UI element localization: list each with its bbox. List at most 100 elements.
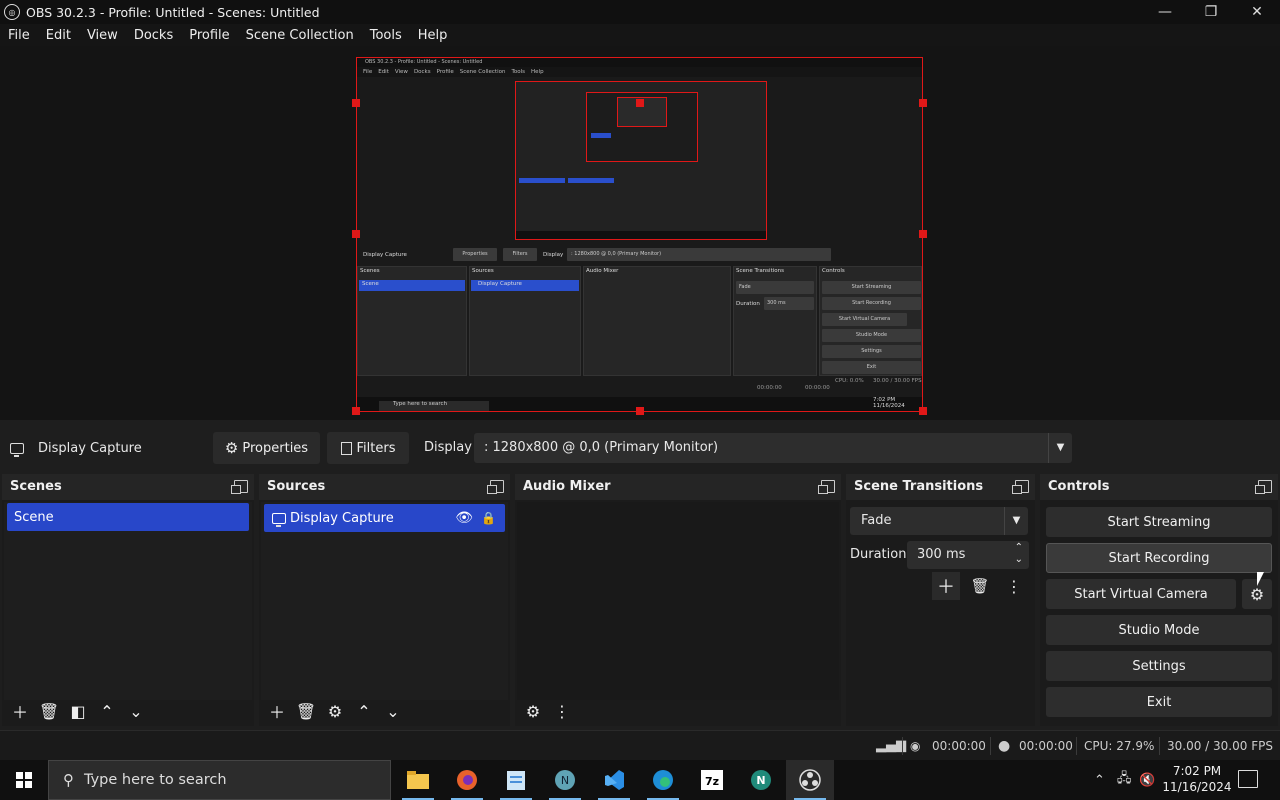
menu-tools[interactable]: Tools (362, 28, 410, 43)
menu-edit[interactable]: Edit (38, 28, 79, 43)
volume-muted-icon[interactable]: 🔇 (1139, 773, 1155, 788)
preview-area[interactable]: OBS 30.2.3 - Profile: Untitled - Scenes:… (0, 46, 1280, 420)
undock-icon[interactable] (231, 480, 248, 494)
more-options-icon[interactable]: ⋮ (1000, 572, 1028, 600)
resize-handle[interactable] (919, 407, 927, 415)
resize-handle[interactable] (352, 99, 360, 107)
record-icon: ● (998, 738, 1011, 754)
chevron-up-icon[interactable]: ⌃ (1094, 773, 1105, 788)
notion-icon[interactable]: N (541, 760, 589, 800)
undock-icon[interactable] (1012, 480, 1029, 494)
resize-handle[interactable] (352, 407, 360, 415)
menu-scene-collection[interactable]: Scene Collection (238, 28, 362, 43)
firefox-icon[interactable] (443, 760, 491, 800)
exit-button[interactable]: Exit (1046, 687, 1272, 717)
mini-dock-title: Scenes (360, 268, 380, 274)
audio-settings-icon[interactable]: ⚙ (519, 698, 547, 724)
app-n-label: N (756, 774, 765, 787)
mini-source-label: Display Capture (478, 281, 522, 287)
chevron-up-icon[interactable]: ⌃ (350, 698, 378, 724)
trash-icon[interactable]: 🗑 (966, 572, 994, 600)
mini-dock-title: Scene Transitions (736, 268, 784, 274)
start-streaming-button[interactable]: Start Streaming (1046, 507, 1272, 537)
sources-list: Display Capture 👁 🔒 (261, 502, 508, 700)
resize-handle[interactable] (636, 407, 644, 415)
close-button[interactable]: ✕ (1234, 0, 1280, 24)
menu-docks[interactable]: Docks (126, 28, 181, 43)
undock-icon[interactable] (487, 480, 504, 494)
edge-icon[interactable] (639, 760, 687, 800)
divider (1076, 737, 1077, 755)
preview-canvas[interactable]: OBS 30.2.3 - Profile: Untitled - Scenes:… (356, 57, 923, 412)
mouse-cursor (1257, 572, 1264, 586)
scenes-list: Scene (4, 502, 252, 700)
resize-handle[interactable] (919, 99, 927, 107)
studio-mode-button[interactable]: Studio Mode (1046, 615, 1272, 645)
resize-handle[interactable] (919, 230, 927, 238)
duration-spinbox[interactable]: 300 ms ⌃ ⌄ (907, 541, 1029, 569)
spin-down-icon[interactable]: ⌄ (1015, 546, 1023, 574)
trash-icon[interactable]: 🗑 (35, 698, 63, 724)
file-explorer-icon[interactable] (394, 760, 442, 800)
trash-icon[interactable]: 🗑 (292, 698, 320, 724)
scenes-title: Scenes (10, 479, 62, 494)
mini-scene-label: Scene (362, 281, 379, 287)
clock[interactable]: 7:02 PM 11/16/2024 (1162, 763, 1232, 795)
mini-date: 11/16/2024 (873, 403, 905, 409)
minimize-button[interactable]: — (1142, 0, 1188, 24)
audio-mixer-title: Audio Mixer (523, 479, 611, 494)
resize-handle[interactable] (352, 230, 360, 238)
scene-filters-icon[interactable]: ◧ (64, 698, 92, 724)
7zip-icon[interactable]: 7z (688, 760, 736, 800)
start-button[interactable] (0, 760, 48, 800)
notepad-icon[interactable] (492, 760, 540, 800)
mini-title: OBS 30.2.3 - Profile: Untitled - Scenes:… (357, 58, 922, 67)
add-icon[interactable]: ＋ (6, 698, 34, 724)
transition-select-value: Fade (861, 513, 892, 528)
network-icon[interactable]: 🖧 (1117, 769, 1132, 791)
add-transition-icon[interactable]: ＋ (932, 572, 960, 600)
mini-audio-dock: Audio Mixer (583, 266, 731, 376)
notifications-icon[interactable] (1238, 770, 1258, 788)
chevron-down-icon[interactable]: ⌄ (379, 698, 407, 724)
properties-button[interactable]: ⚙ Properties (213, 432, 320, 464)
gear-icon[interactable]: ⚙ (321, 698, 349, 724)
restore-button[interactable]: ❐ (1188, 0, 1234, 24)
source-item[interactable]: Display Capture 👁 🔒 (264, 504, 505, 532)
window-title: OBS 30.2.3 - Profile: Untitled - Scenes:… (26, 4, 320, 20)
chevron-down-icon[interactable]: ⌄ (122, 698, 150, 724)
menu-file[interactable]: File (0, 28, 38, 43)
start-virtual-camera-button[interactable]: Start Virtual Camera (1046, 579, 1236, 609)
gear-icon: ⚙ (224, 439, 239, 457)
mini-menu-item: Help (531, 69, 544, 75)
mini-menu-item: Profile (436, 69, 454, 75)
chevron-up-icon[interactable]: ⌃ (93, 698, 121, 724)
menu-help[interactable]: Help (410, 28, 456, 43)
display-select-value: : 1280x800 @ 0,0 (Primary Monitor) (484, 440, 719, 455)
mini-control-button: Exit (822, 361, 921, 374)
app-n-icon[interactable]: N (737, 760, 785, 800)
transition-select[interactable]: Fade ▼ (850, 507, 1028, 535)
start-recording-button[interactable]: Start Recording (1046, 543, 1272, 573)
mini-control-button: Settings (822, 345, 921, 358)
undock-icon[interactable] (1255, 480, 1272, 494)
mini-menu-item: Docks (413, 69, 431, 75)
obs-icon[interactable] (786, 760, 834, 800)
chevron-down-icon: ▼ (1048, 433, 1072, 463)
display-select[interactable]: : 1280x800 @ 0,0 (Primary Monitor) ▼ (474, 433, 1072, 463)
filters-button[interactable]: Filters (327, 432, 409, 464)
eye-icon[interactable]: 👁 (455, 510, 473, 526)
vscode-icon[interactable] (590, 760, 638, 800)
resize-handle[interactable] (636, 99, 644, 107)
add-icon[interactable]: ＋ (263, 698, 291, 724)
settings-button[interactable]: Settings (1046, 651, 1272, 681)
taskbar-search[interactable]: ⚲ Type here to search (48, 760, 391, 800)
obs-logo-icon: ◎ (4, 4, 20, 20)
menu-view[interactable]: View (79, 28, 126, 43)
menu-profile[interactable]: Profile (181, 28, 237, 43)
mini-menu-item: Edit (378, 69, 389, 75)
lock-icon[interactable]: 🔒 (481, 511, 496, 525)
more-options-icon[interactable]: ⋮ (548, 698, 576, 724)
undock-icon[interactable] (818, 480, 835, 494)
scene-item[interactable]: Scene (7, 503, 249, 531)
